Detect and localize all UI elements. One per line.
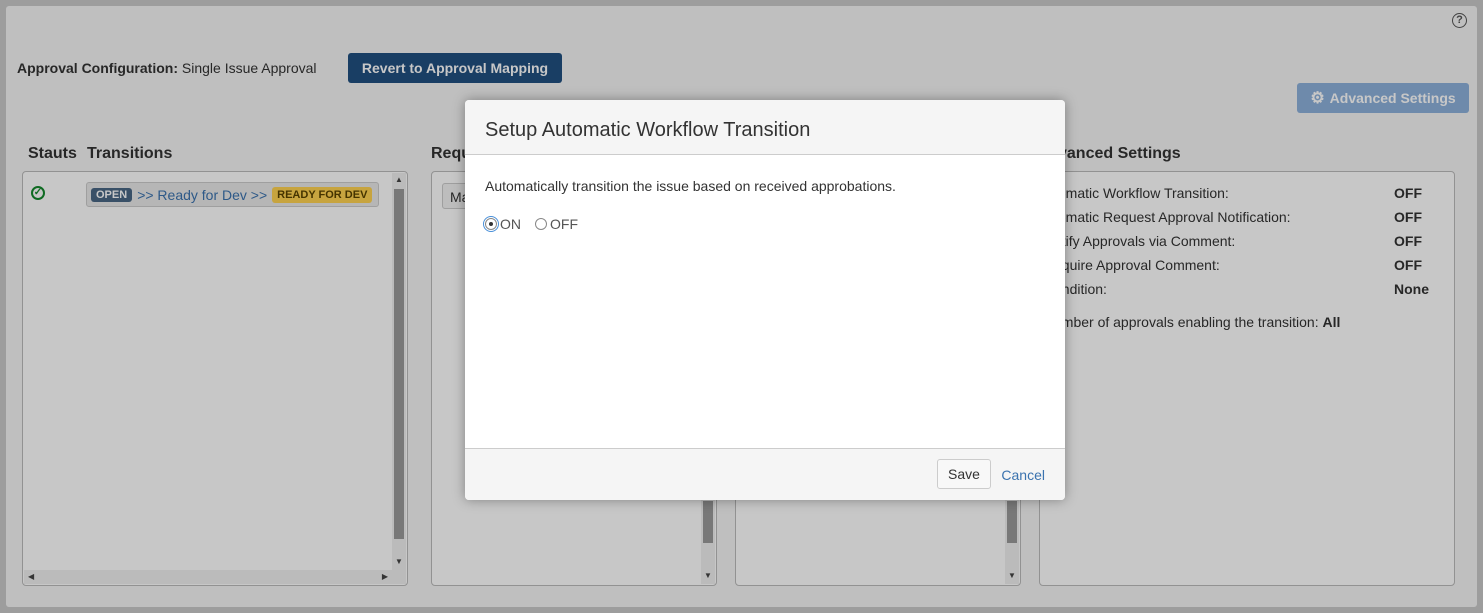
dialog-title: Setup Automatic Workflow Transition: [485, 119, 811, 141]
dialog-body: Automatically transition the issue based…: [483, 178, 1045, 232]
workflow-transition-dialog: Setup Automatic Workflow Transition Auto…: [465, 100, 1065, 500]
radio-on-label[interactable]: ON: [500, 216, 521, 232]
cancel-link[interactable]: Cancel: [1001, 467, 1045, 483]
radio-on[interactable]: [483, 216, 499, 232]
dialog-description: Automatically transition the issue based…: [485, 178, 896, 194]
save-button[interactable]: Save: [937, 459, 991, 489]
radio-off[interactable]: [535, 218, 547, 230]
radio-off-label[interactable]: OFF: [550, 216, 578, 232]
transition-toggle: ON OFF: [483, 216, 1045, 232]
dialog-header: Setup Automatic Workflow Transition: [465, 100, 1065, 155]
dialog-footer: Save Cancel: [465, 448, 1065, 500]
